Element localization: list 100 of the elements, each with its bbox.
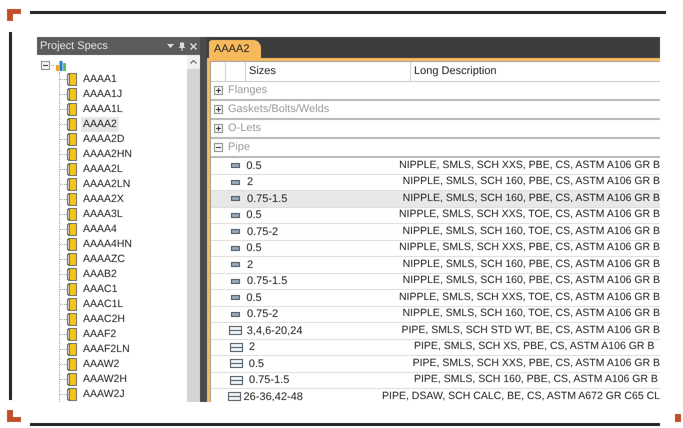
tree-item[interactable]: AAAW2J bbox=[81, 386, 127, 402]
document-icon bbox=[67, 283, 77, 296]
table-row[interactable]: 0.75-1.5 NIPPLE, SMLS, SCH 160, PBE, CS, ASTM A106 GR B bbox=[211, 274, 660, 290]
size-cell-text: 2 bbox=[246, 175, 254, 190]
size-cell-text: 0.5 bbox=[245, 208, 263, 223]
tree-item[interactable]: AAAA2 bbox=[81, 116, 119, 132]
tree-item[interactable]: AAAF2 bbox=[81, 326, 118, 342]
tree-item[interactable]: AAAA2LN bbox=[81, 176, 132, 192]
nipple-icon bbox=[230, 163, 240, 168]
document-icon bbox=[67, 103, 77, 116]
tree-item[interactable]: AAAC2H bbox=[81, 312, 128, 328]
size-cell-text: 0.75-1.5 bbox=[248, 373, 290, 388]
tree-item[interactable]: AAAA1J bbox=[81, 86, 124, 102]
document-icon bbox=[67, 223, 77, 236]
tree-item[interactable]: AAAAZC bbox=[81, 252, 128, 268]
document-icon bbox=[67, 328, 77, 341]
table-row[interactable]: 0.75-1.5 PIPE, SMLS, SCH 160, PBE, CS, ASTM A106 GR B bbox=[211, 372, 660, 389]
document-icon bbox=[67, 208, 77, 221]
tree-item[interactable]: AAAF2LN bbox=[81, 342, 132, 358]
nipple-icon bbox=[231, 278, 240, 284]
document-icon bbox=[67, 388, 77, 401]
table-row[interactable]: 0.5 NIPPLE, SMLS, SCH XXS, TOE, CS, ASTM A106 GR B bbox=[211, 290, 660, 306]
close-icon[interactable] bbox=[190, 42, 197, 50]
size-cell-text: 0.5 bbox=[248, 356, 266, 372]
scroll-up-icon[interactable] bbox=[190, 60, 197, 64]
tree-item[interactable]: AAAA2X bbox=[81, 192, 126, 208]
tree-item[interactable]: AAAA2L bbox=[81, 162, 125, 178]
size-cell-text: 0.75-2 bbox=[246, 224, 280, 240]
pipe-icon bbox=[230, 342, 243, 352]
table-row[interactable]: 0.75-2 NIPPLE, SMLS, SCH 160, TOE, CS, ASTM A106 GR B bbox=[211, 224, 660, 240]
corner-mark bbox=[7, 9, 21, 21]
group-label: Flanges bbox=[228, 83, 268, 98]
document-icon bbox=[67, 298, 77, 311]
tree-item[interactable]: AAAA4HN bbox=[81, 236, 134, 252]
collapse-icon[interactable] bbox=[41, 60, 50, 70]
document-tab[interactable]: AAAA2 bbox=[209, 40, 262, 58]
tree-item[interactable]: AAAW2H bbox=[81, 372, 129, 388]
size-cell-text: 0.75-1.5 bbox=[246, 274, 288, 289]
description-cell-text: NIPPLE, SMLS, SCH 160, PBE, CS, ASTM A106 GR B bbox=[402, 190, 660, 206]
document-icon bbox=[67, 88, 77, 101]
table-row[interactable]: 0.5 NIPPLE, SMLS, SCH XXS, PBE, CS, ASTM A106 GR B bbox=[211, 240, 660, 257]
tree-item[interactable]: AAAA1L bbox=[81, 102, 125, 118]
tree-item[interactable]: AAAA3L bbox=[81, 206, 125, 222]
panel-title: Project Specs bbox=[40, 38, 109, 54]
table-row[interactable]: 0.75-1.5 NIPPLE, SMLS, SCH 160, PBE, CS, ASTM A106 GR B bbox=[211, 191, 660, 208]
scrollbar[interactable] bbox=[187, 55, 200, 402]
pipe-icon bbox=[230, 376, 243, 385]
description-cell-text: NIPPLE, SMLS, SCH 160, TOE, CS, ASTM A106 GR B bbox=[401, 306, 660, 322]
pipe-icon bbox=[229, 326, 242, 336]
nipple-icon bbox=[230, 212, 240, 218]
nipple-icon bbox=[230, 246, 240, 251]
nipple-icon bbox=[231, 312, 240, 317]
expand-icon[interactable] bbox=[214, 105, 223, 114]
description-cell-text: NIPPLE, SMLS, SCH 160, TOE, CS, ASTM A106 GR B bbox=[401, 224, 660, 239]
dropdown-icon[interactable] bbox=[167, 44, 174, 48]
column-header[interactable]: Long Description bbox=[411, 62, 660, 81]
document-icon bbox=[67, 73, 77, 86]
tree-item[interactable]: AAAB2 bbox=[81, 266, 119, 282]
table-row[interactable]: 3,4,6-20,24 PIPE, SMLS, SCH STD WT, BE, CS, ASTM A106 GR B bbox=[211, 323, 660, 340]
tree-item[interactable]: AAAW2 bbox=[81, 356, 122, 372]
column-header[interactable]: Sizes bbox=[246, 62, 411, 81]
corner-mark bbox=[675, 414, 681, 422]
tree-item[interactable]: AAAC1 bbox=[81, 282, 120, 298]
tree-item[interactable]: AAAC1L bbox=[81, 296, 126, 312]
description-cell-text: NIPPLE, SMLS, SCH XXS, PBE, CS, ASTM A106 GR B bbox=[398, 158, 660, 173]
pipe-icon bbox=[228, 392, 241, 402]
collapse-icon[interactable] bbox=[214, 143, 223, 152]
group-label: Gaskets/Bolts/Welds bbox=[228, 102, 330, 118]
table-row[interactable]: 0.5 PIPE, SMLS, SCH XXS, PBE, CS, ASTM A106 GR B bbox=[211, 356, 660, 372]
document-icon bbox=[67, 178, 77, 191]
description-cell-text: NIPPLE, SMLS, SCH XXS, TOE, CS, ASTM A106 GR B bbox=[398, 290, 660, 305]
tree-item[interactable]: AAAA2HN bbox=[81, 146, 134, 162]
corner-mark bbox=[7, 410, 21, 422]
pin-icon[interactable] bbox=[179, 42, 185, 50]
nipple-icon bbox=[231, 196, 240, 202]
document-icon bbox=[67, 193, 77, 206]
table-row[interactable]: 2 PIPE, SMLS, SCH XS, PBE, CS, ASTM A106 GR B bbox=[211, 340, 660, 356]
pipe-icon bbox=[230, 359, 243, 368]
document-icon bbox=[67, 133, 77, 146]
nipple-icon bbox=[231, 229, 240, 234]
description-cell-text: PIPE, SMLS, SCH XXS, PBE, CS, ASTM A106 GR B bbox=[412, 356, 660, 371]
table-row[interactable]: 2 NIPPLE, SMLS, SCH 160, PBE, CS, ASTM A106 GR B bbox=[211, 174, 660, 191]
table-row[interactable]: 0.5 NIPPLE, SMLS, SCH XXS, TOE, CS, ASTM A106 GR B bbox=[211, 208, 660, 224]
document-icon bbox=[67, 148, 77, 161]
tree-item[interactable]: AAAA2D bbox=[81, 132, 126, 148]
description-cell-text: PIPE, DSAW, SCH CALC, BE, CS, ASTM A672 GR C65 CL bbox=[381, 388, 660, 402]
table-row[interactable]: 0.5 NIPPLE, SMLS, SCH XXS, PBE, CS, ASTM A106 GR B bbox=[211, 158, 660, 174]
tree-item[interactable]: AAAA1 bbox=[81, 72, 119, 88]
description-cell-text: PIPE, SMLS, SCH STD WT, BE, CS, ASTM A106 GR B bbox=[400, 322, 660, 338]
document-icon bbox=[67, 253, 77, 266]
expand-icon[interactable] bbox=[214, 86, 223, 95]
expand-icon[interactable] bbox=[214, 124, 223, 133]
tree-item[interactable]: AAAA4 bbox=[81, 222, 119, 238]
nipple-icon bbox=[231, 262, 240, 268]
description-cell-text: NIPPLE, SMLS, SCH XXS, TOE, CS, ASTM A106 GR B bbox=[398, 207, 660, 222]
description-cell-text: NIPPLE, SMLS, SCH XXS, PBE, CS, ASTM A106 GR B bbox=[398, 240, 660, 256]
table-row[interactable]: 2 NIPPLE, SMLS, SCH 160, PBE, CS, ASTM A106 GR B bbox=[211, 257, 660, 274]
table-row[interactable]: 0.75-2 NIPPLE, SMLS, SCH 160, TOE, CS, ASTM A106 GR B bbox=[211, 306, 660, 323]
description-cell-text: NIPPLE, SMLS, SCH 160, PBE, CS, ASTM A106 GR B bbox=[402, 174, 660, 190]
nipple-icon bbox=[231, 180, 240, 185]
